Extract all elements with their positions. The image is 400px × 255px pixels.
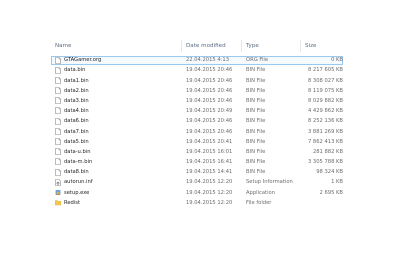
file-size: 7 862 413 KB	[307, 138, 343, 145]
file-row[interactable]: GTAGamer.org 22.04.2015 4:13 ORG File 0 KB	[0, 55, 400, 65]
file-date-modified: 19.04.2015 14:41	[186, 169, 233, 176]
file-size: 8 308 027 KB	[307, 77, 343, 84]
file-size: 8 119 075 KB	[307, 87, 343, 94]
file-icon	[55, 107, 61, 115]
file-icon	[55, 87, 61, 94]
file-type: BIN File	[246, 128, 266, 135]
file-type: File folder	[246, 199, 272, 206]
file-row[interactable]: Redist 19.04.2015 12:20 File folder	[0, 198, 400, 208]
file-size: 2 695 KB	[319, 189, 343, 196]
file-icon	[55, 56, 61, 64]
file-row[interactable]: data4.bin 19.04.2015 20:49 BIN File 4 429 8…	[0, 106, 400, 116]
file-size: 4 429 862 KB	[307, 108, 343, 115]
file-name: data2.bin	[64, 87, 89, 94]
file-size: 1 KB	[331, 179, 343, 186]
file-row[interactable]: data3.bin 19.04.2015 20:46 BIN File 8 029 8…	[0, 96, 400, 106]
file-row[interactable]: data7.bin 19.04.2015 20:46 BIN File 3 881 2…	[0, 126, 400, 136]
application-icon	[55, 189, 61, 196]
file-type: BIN File	[246, 148, 266, 155]
file-date-modified: 19.04.2015 20:46	[186, 128, 233, 135]
file-date-modified: 19.04.2015 16:01	[186, 148, 233, 155]
file-name: GTAGamer.org	[64, 57, 102, 64]
file-date-modified: 19.04.2015 20:46	[186, 87, 233, 94]
file-row[interactable]: data2.bin 19.04.2015 20:46 BIN File 8 119 0…	[0, 86, 400, 96]
file-name: data3.bin	[64, 97, 89, 104]
file-size: 8 217 605 KB	[307, 67, 343, 74]
file-type: BIN File	[246, 118, 266, 125]
file-type: ORG File	[246, 57, 269, 64]
file-row[interactable]: data-m.bin 19.04.2015 16:41 BIN File 3 305 …	[0, 157, 400, 167]
file-row[interactable]: data-u.bin 19.04.2015 16:01 BIN File 281 88…	[0, 147, 400, 157]
file-row[interactable]: data6.bin 19.04.2015 20:46 BIN File 8 252 1…	[0, 116, 400, 126]
file-name: setup.exe	[64, 189, 90, 196]
file-type: BIN File	[246, 159, 266, 166]
file-date-modified: 19.04.2015 12:20	[186, 179, 233, 186]
file-date-modified: 19.04.2015 16:41	[186, 159, 233, 166]
column-divider[interactable]	[181, 40, 182, 52]
file-icon	[55, 117, 61, 125]
column-header-bar: Name Date modified Type Size	[0, 40, 400, 52]
file-name: data6.bin	[64, 118, 89, 125]
file-date-modified: 19.04.2015 20:46	[186, 67, 233, 74]
file-size: 0 KB	[331, 57, 343, 64]
file-name: data4.bin	[64, 108, 89, 115]
file-name: data-m.bin	[64, 159, 93, 166]
file-date-modified: 19.04.2015 20:46	[186, 77, 233, 84]
file-type: BIN File	[246, 108, 266, 115]
file-list: GTAGamer.org 22.04.2015 4:13 ORG File 0 KB d…	[0, 55, 400, 208]
file-name: data1.bin	[64, 77, 89, 84]
column-header-type[interactable]: Type	[246, 43, 259, 49]
file-type: Setup Information	[246, 179, 293, 186]
file-name: data-u.bin	[64, 148, 91, 155]
file-icon	[55, 66, 61, 74]
file-size: 8 252 136 KB	[307, 118, 343, 125]
file-type: BIN File	[246, 87, 266, 94]
file-row[interactable]: autorun.inf 19.04.2015 12:20 Setup Informa…	[0, 177, 400, 187]
column-divider[interactable]	[300, 40, 301, 52]
file-icon	[55, 158, 61, 166]
file-date-modified: 19.04.2015 20:49	[186, 108, 233, 115]
file-icon	[55, 97, 61, 105]
file-name: data5.bin	[64, 138, 89, 145]
column-header-date[interactable]: Date modified	[186, 43, 226, 49]
file-row[interactable]: setup.exe 19.04.2015 12:20 Application 2 69…	[0, 187, 400, 197]
file-icon	[55, 148, 61, 155]
file-type: Application	[246, 189, 275, 196]
folder-icon	[55, 199, 61, 206]
file-row[interactable]: data.bin 19.04.2015 20:46 BIN File 8 217 60…	[0, 65, 400, 75]
file-explorer-window: Name Date modified Type Size GTAGamer.or…	[0, 0, 400, 255]
file-date-modified: 19.04.2015 20:46	[186, 97, 233, 104]
file-date-modified: 19.04.2015 20:41	[186, 138, 233, 145]
file-row[interactable]: data1.bin 19.04.2015 20:46 BIN File 8 308 0…	[0, 75, 400, 85]
file-name: Redist	[64, 199, 81, 206]
file-date-modified: 19.04.2015 20:46	[186, 118, 233, 125]
setup-info-icon	[55, 178, 61, 186]
file-type: BIN File	[246, 67, 266, 74]
file-size: 3 305 788 KB	[307, 159, 343, 166]
file-icon	[55, 138, 61, 145]
file-size: 98 324 KB	[316, 169, 343, 176]
column-divider[interactable]	[241, 40, 242, 52]
file-type: BIN File	[246, 169, 266, 176]
file-row[interactable]: data5.bin 19.04.2015 20:41 BIN File 7 862 4…	[0, 137, 400, 147]
file-type: BIN File	[246, 97, 266, 104]
file-date-modified: 22.04.2015 4:13	[186, 57, 229, 64]
file-name: data8.bin	[64, 169, 89, 176]
file-name: data.bin	[64, 67, 86, 74]
file-size: 3 881 269 KB	[307, 128, 343, 135]
column-header-name[interactable]: Name	[55, 43, 72, 49]
file-icon	[55, 168, 61, 176]
file-name: autorun.inf	[64, 179, 93, 186]
file-icon	[55, 128, 61, 135]
file-size: 8 029 882 KB	[307, 97, 343, 104]
file-date-modified: 19.04.2015 12:20	[186, 189, 233, 196]
file-name: data7.bin	[64, 128, 89, 135]
file-date-modified: 19.04.2015 12:20	[186, 199, 233, 206]
column-header-size[interactable]: Size	[305, 43, 316, 49]
file-icon	[55, 77, 61, 84]
file-row[interactable]: data8.bin 19.04.2015 14:41 BIN File 98 324 …	[0, 167, 400, 177]
file-type: BIN File	[246, 77, 266, 84]
file-size: 281 882 KB	[312, 148, 343, 155]
file-type: BIN File	[246, 138, 266, 145]
